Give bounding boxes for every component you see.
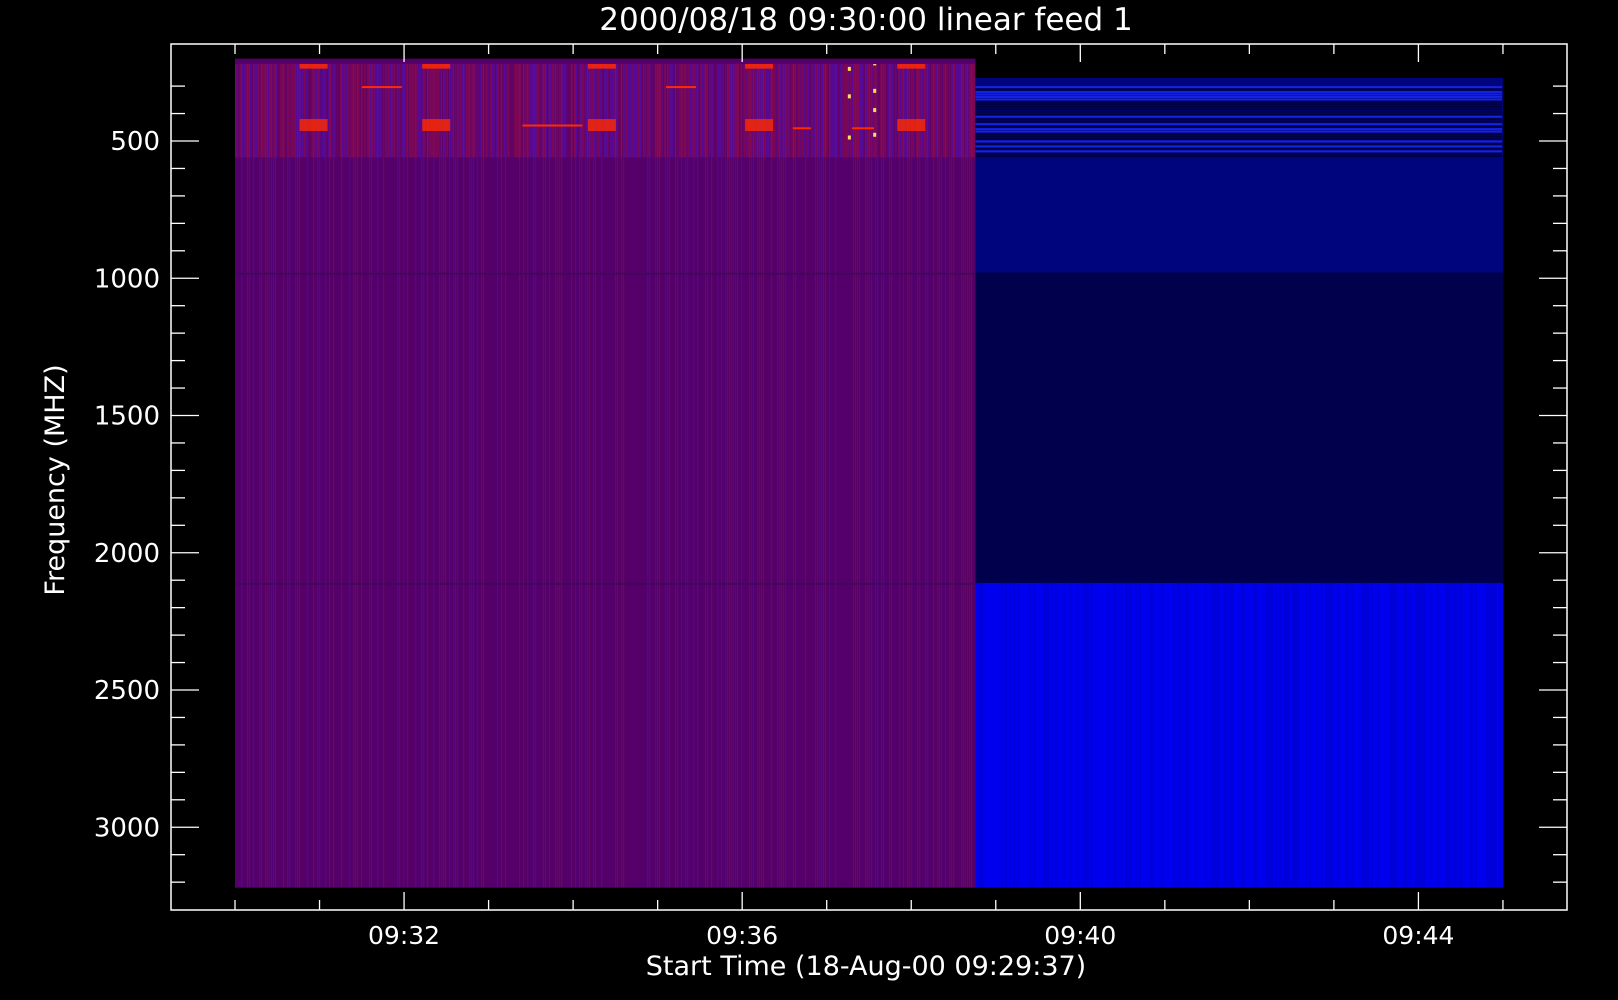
spectrogram-blocks	[235, 58, 1503, 888]
y-axis-label: Frequency (MHZ)	[40, 364, 71, 595]
spectrogram-block-2	[975, 272, 1503, 583]
y-tick-label-0: 500	[110, 127, 160, 157]
x-tick-label-2: 09:40	[1044, 921, 1116, 950]
x-tick-label-3: 09:44	[1382, 921, 1454, 950]
y-tick-label-1: 1000	[94, 264, 160, 294]
spectrogram-chart: 09:32 09:36 09:40 09:44 500 1000 1500 2000 2500 3…	[0, 0, 1618, 1000]
x-tick-label-0: 09:32	[368, 921, 440, 950]
y-tick-label-2: 1500	[94, 402, 160, 432]
y-tick-label-4: 2500	[94, 676, 160, 706]
x-tick-label-1: 09:36	[706, 921, 778, 950]
x-axis-label: Start Time (18-Aug-00 09:29:37)	[646, 951, 1086, 982]
y-tick-label-5: 3000	[94, 813, 160, 843]
chart-title: 2000/08/18 09:30:00 linear feed 1	[599, 2, 1132, 38]
spectrogram-block-0	[235, 58, 976, 888]
y-tick-label-3: 2000	[94, 539, 160, 569]
